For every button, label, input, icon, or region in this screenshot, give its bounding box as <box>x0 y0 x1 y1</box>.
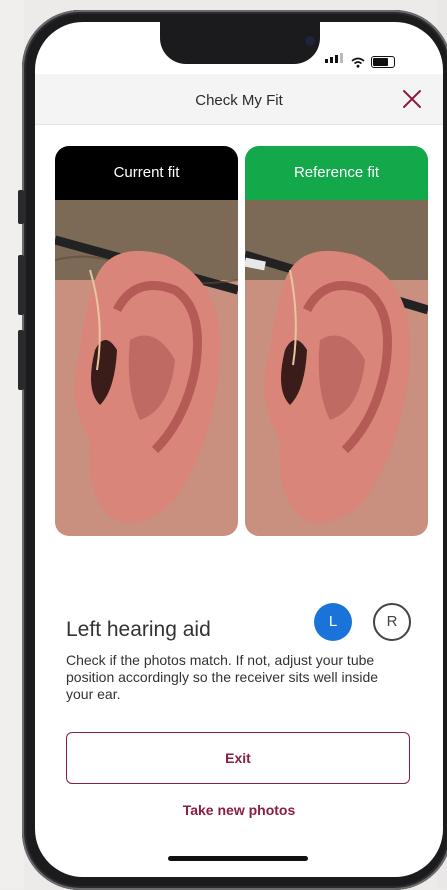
right-ear-button[interactable]: R <box>373 603 411 641</box>
reference-fit-label: Reference fit <box>245 146 428 200</box>
close-icon[interactable] <box>399 86 425 112</box>
status-bar <box>325 50 395 68</box>
hearing-aid-title: Left hearing aid <box>66 618 211 641</box>
ear-image <box>245 200 428 536</box>
phone-side-button <box>18 190 24 224</box>
reference-fit-photo: Reference fit <box>245 146 428 536</box>
instructions-text: Check if the photos match. If not, adjus… <box>66 652 379 702</box>
left-ear-button[interactable]: L <box>314 603 352 641</box>
page-title: Check My Fit <box>195 92 283 109</box>
signal-icon <box>325 50 345 68</box>
current-fit-photo: Current fit <box>55 146 238 536</box>
phone-notch <box>160 22 320 64</box>
exit-button[interactable]: Exit <box>66 732 410 784</box>
phone-side-button <box>18 330 24 390</box>
current-fit-label: Current fit <box>55 146 238 200</box>
background-left <box>0 0 24 889</box>
phone-side-button <box>18 255 24 315</box>
home-indicator[interactable] <box>168 856 308 861</box>
app-screen: Check My Fit Current fit Reference fit L… <box>35 22 443 877</box>
take-new-photos-button[interactable]: Take new photos <box>35 802 443 818</box>
wifi-icon <box>351 57 365 68</box>
front-camera <box>305 36 315 46</box>
app-header: Check My Fit <box>35 74 443 125</box>
battery-icon <box>371 56 395 68</box>
ear-image <box>55 200 238 536</box>
